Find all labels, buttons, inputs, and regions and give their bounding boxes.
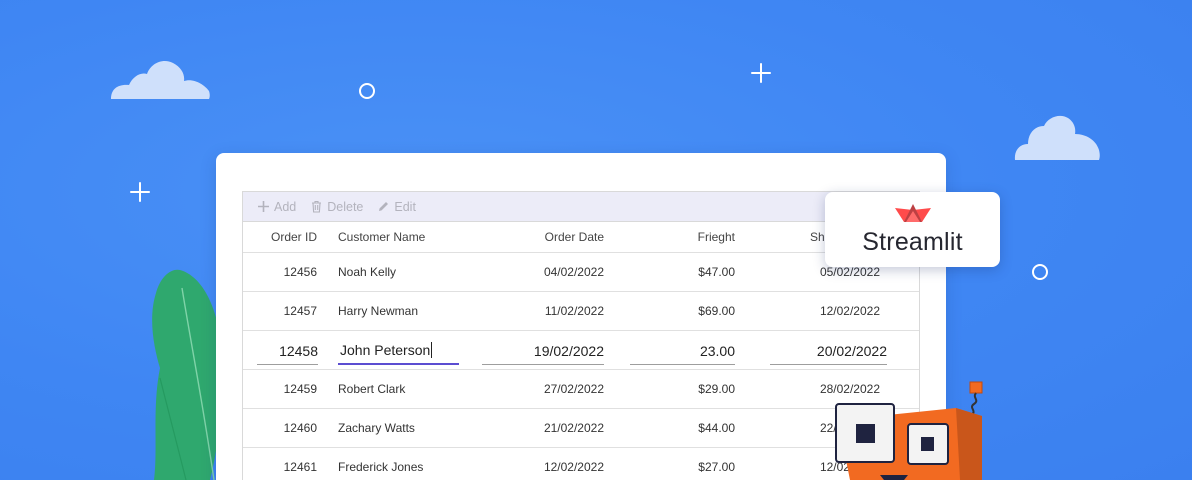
cell-order-date: 21/02/2022 <box>543 421 604 435</box>
cell-customer-name: Zachary Watts <box>338 421 415 435</box>
edit-icon <box>379 202 389 211</box>
ship-date-input[interactable]: 20/02/2022 <box>770 337 887 365</box>
cell-order-id: 12461 <box>283 460 317 474</box>
delete-label: Delete <box>327 199 364 214</box>
freight-input[interactable]: 23.00 <box>630 337 735 365</box>
order-date-input[interactable]: 19/02/2022 <box>482 337 604 365</box>
cell-freight: $44.00 <box>698 421 735 435</box>
delete-icon <box>312 200 322 213</box>
edit-label: Edit <box>394 199 416 214</box>
delete-button[interactable]: Delete <box>310 200 363 214</box>
cloud-icon <box>111 61 210 99</box>
ship-date-value: 20/02/2022 <box>816 342 887 359</box>
cell-customer-name: Harry Newman <box>338 304 419 318</box>
grid-header-row: Order ID Customer Name Order Date Friegh… <box>243 222 919 253</box>
ring-icon <box>1032 264 1048 280</box>
order-id-input[interactable]: 12458 <box>257 337 318 365</box>
grid-toolbar: Add Delete Edit <box>243 192 919 222</box>
add-icon <box>258 201 269 212</box>
cell-order-date: 04/02/2022 <box>543 265 604 279</box>
order-date-value: 19/02/2022 <box>533 342 604 359</box>
cell-customer-name: Noah Kelly <box>338 265 397 279</box>
customer-name-value: John Peterson <box>340 342 431 358</box>
freight-value: 23.00 <box>699 342 735 359</box>
cell-freight: $29.00 <box>698 382 735 396</box>
cell-freight: $47.00 <box>698 265 735 279</box>
add-label: Add <box>274 199 297 214</box>
order-id-value: 12458 <box>279 342 318 359</box>
cloud-icon <box>1014 115 1100 160</box>
plus-icon <box>751 63 771 83</box>
cell-customer-name: Robert Clark <box>338 382 406 396</box>
column-header-customer-name[interactable]: Customer Name <box>338 222 488 252</box>
cell-order-id: 12456 <box>283 265 317 279</box>
robot-mascot <box>793 381 983 480</box>
column-header-order-date[interactable]: Order Date <box>493 222 604 252</box>
cell-ship-date: 12/02/2022 <box>819 304 880 318</box>
table-row[interactable]: 12457 Harry Newman 11/02/2022 $69.00 12/… <box>243 292 919 331</box>
cell-freight: $27.00 <box>698 460 735 474</box>
cell-freight: $69.00 <box>698 304 735 318</box>
plus-icon <box>130 182 150 202</box>
cell-order-id: 12459 <box>283 382 317 396</box>
streamlit-logo <box>895 204 931 222</box>
column-header-freight[interactable]: Frieght <box>643 222 735 252</box>
table-row[interactable]: 12456 Noah Kelly 04/02/2022 $47.00 05/02… <box>243 253 919 292</box>
ring-icon <box>359 83 375 99</box>
text-caret <box>431 342 433 358</box>
cell-customer-name: Frederick Jones <box>338 460 424 474</box>
cell-order-date: 12/02/2022 <box>543 460 604 474</box>
streamlit-wordmark: Streamlit <box>862 228 963 256</box>
cell-order-date: 11/02/2022 <box>544 304 604 318</box>
customer-name-input[interactable]: John Peterson <box>338 337 459 365</box>
column-header-order-id[interactable]: Order ID <box>243 222 317 252</box>
table-row-editing[interactable]: 12458 John Peterson 19/02/2022 23.00 20/… <box>243 331 919 370</box>
cell-order-id: 12460 <box>283 421 317 435</box>
cell-order-date: 27/02/2022 <box>543 382 604 396</box>
cell-order-id: 12457 <box>283 304 317 318</box>
add-button[interactable]: Add <box>257 200 296 214</box>
streamlit-badge: Streamlit <box>825 192 1000 267</box>
edit-button[interactable]: Edit <box>377 200 416 214</box>
